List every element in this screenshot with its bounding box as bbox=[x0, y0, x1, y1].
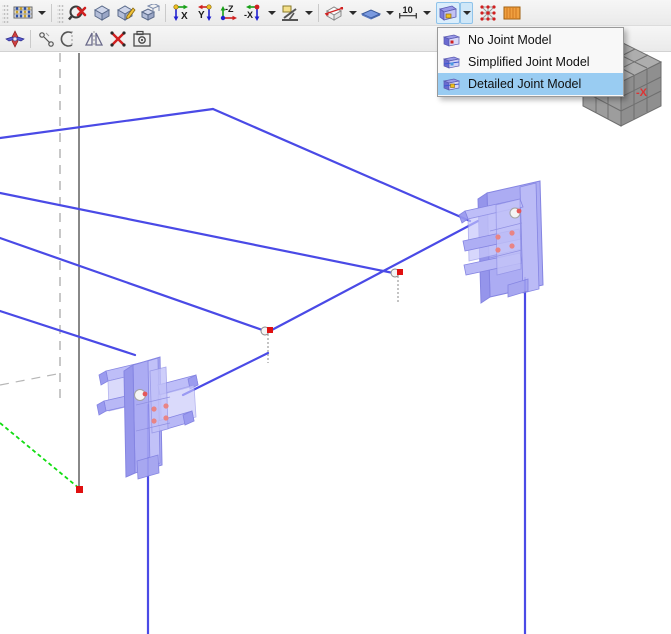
separator-3 bbox=[318, 3, 319, 22]
toolbar-grip[interactable] bbox=[2, 2, 9, 23]
dimension-dropdown[interactable] bbox=[420, 2, 433, 24]
detailed-joint-upper-right[interactable] bbox=[458, 180, 544, 304]
zoom-window-button[interactable] bbox=[138, 2, 162, 24]
dimension-value-label: 10 bbox=[403, 5, 413, 15]
joint-model-button[interactable] bbox=[436, 1, 460, 24]
section-view-button[interactable] bbox=[359, 2, 383, 24]
menu-item-label: Detailed Joint Model bbox=[468, 77, 582, 91]
chevron-down-icon bbox=[385, 10, 394, 15]
clear-selection-button[interactable] bbox=[66, 2, 90, 24]
menu-item-label: No Joint Model bbox=[468, 33, 552, 47]
view-in-z-button[interactable]: -Z bbox=[217, 2, 241, 24]
zoom-edit-button[interactable] bbox=[114, 2, 138, 24]
mirror-button[interactable] bbox=[82, 28, 106, 50]
separator-1 bbox=[51, 3, 52, 22]
snap-point-button[interactable] bbox=[34, 28, 58, 50]
3d-viewport[interactable] bbox=[0, 53, 671, 634]
menu-item-simplified-joint-model[interactable]: Simplified Joint Model bbox=[438, 51, 623, 73]
chevron-down-icon bbox=[267, 10, 276, 15]
settings-button[interactable] bbox=[130, 28, 154, 50]
joint-model-menu[interactable]: No Joint Model Simplified Joint Model De… bbox=[437, 27, 624, 97]
chevron-down-icon bbox=[348, 10, 357, 15]
separator-2 bbox=[165, 3, 166, 22]
simplified-joint-model-icon bbox=[442, 53, 460, 71]
render-modes-dropdown[interactable] bbox=[35, 2, 48, 24]
detailed-joint-model-icon bbox=[442, 75, 460, 93]
no-joint-model-icon bbox=[442, 31, 460, 49]
svg-text:X: X bbox=[181, 11, 188, 22]
view-direction-dropdown[interactable] bbox=[265, 2, 278, 24]
green-reference-line bbox=[0, 422, 81, 490]
chevron-down-icon bbox=[422, 10, 431, 15]
menu-item-no-joint-model[interactable]: No Joint Model bbox=[438, 29, 623, 51]
viewport-canvas[interactable] bbox=[0, 53, 671, 634]
surface-model-button[interactable] bbox=[500, 2, 524, 24]
section-view-dropdown[interactable] bbox=[383, 2, 396, 24]
chevron-down-icon bbox=[462, 10, 471, 15]
svg-text:Y: Y bbox=[198, 10, 205, 21]
clipping-plane-dropdown[interactable] bbox=[346, 2, 359, 24]
perspective-view-dropdown[interactable] bbox=[302, 2, 315, 24]
perspective-view-button[interactable] bbox=[278, 2, 302, 24]
application-window: +Y -X bbox=[0, 0, 671, 634]
render-modes-button[interactable] bbox=[11, 2, 35, 24]
guide-lines bbox=[0, 53, 80, 490]
joint-model-dropdown[interactable] bbox=[460, 1, 473, 24]
view-in-x-button[interactable]: X bbox=[169, 2, 193, 24]
chevron-down-icon bbox=[304, 10, 313, 15]
mirror-arc-button[interactable] bbox=[58, 28, 82, 50]
view-in-y-button[interactable]: Y bbox=[193, 2, 217, 24]
zoom-all-button[interactable] bbox=[90, 2, 114, 24]
dimension-button[interactable]: 10 bbox=[396, 2, 420, 24]
toolbar-grip-2[interactable] bbox=[57, 2, 64, 23]
svg-text:-Z: -Z bbox=[225, 4, 234, 14]
menu-item-detailed-joint-model[interactable]: Detailed Joint Model bbox=[438, 73, 623, 95]
menu-item-label: Simplified Joint Model bbox=[468, 55, 590, 69]
detailed-joint-lower-left[interactable] bbox=[96, 356, 199, 480]
coordinate-system-button[interactable] bbox=[3, 28, 27, 50]
navcube-label-minus-x: -X bbox=[636, 87, 648, 99]
mesh-model-button[interactable] bbox=[476, 2, 500, 24]
separator-4 bbox=[30, 29, 31, 48]
clipping-plane-button[interactable] bbox=[322, 2, 346, 24]
delete-button[interactable] bbox=[106, 28, 130, 50]
view-in-negative-x-button[interactable]: -X bbox=[241, 2, 265, 24]
svg-text:-X: -X bbox=[244, 10, 253, 20]
view-toolbar[interactable]: X Y -Z -X 10 bbox=[0, 0, 671, 26]
chevron-down-icon bbox=[37, 10, 46, 15]
